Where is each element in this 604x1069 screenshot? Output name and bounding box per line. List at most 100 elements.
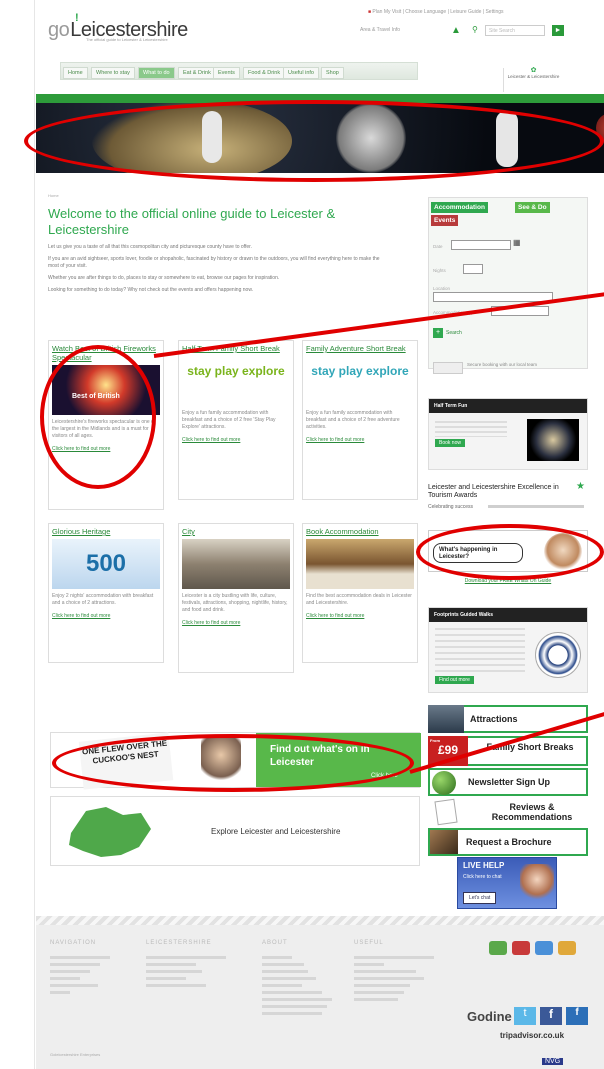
email-icon[interactable] [512,941,530,955]
annotation-oval-banner [52,734,414,792]
reviews-button[interactable]: Reviews & Recommendations [428,798,588,826]
rss-icon[interactable] [558,941,576,955]
stay-play-explore-logo[interactable]: stay play explore [182,356,290,406]
search-input[interactable]: Site Search [485,25,545,36]
intro-paragraph: Whether you are after things to do, plac… [48,275,280,281]
attractions-button[interactable]: Attractions [428,705,588,733]
nav-item-food[interactable]: Food & Drink [243,67,286,79]
footer-col-leicestershire: LEICESTERSHIRE [146,940,212,946]
footer-links[interactable] [354,956,444,1005]
awards-sub: Celebrating success [428,504,474,510]
tab-see-do[interactable]: See & Do [515,202,550,213]
nav-item-stay[interactable]: Where to stay [91,67,135,79]
godine-logo[interactable]: Godine [467,1009,512,1024]
nav-item-useful[interactable]: Useful info [283,67,319,79]
heritage-500-image[interactable]: 500 [52,539,160,589]
footer-col-useful: USEFUL [354,940,384,946]
account-text[interactable]: Area & Travel Info [360,27,400,33]
find-out-more-button[interactable]: Find out more [435,676,474,684]
card-title[interactable]: Book Accommodation [306,527,414,536]
intro-text: Let us give you a taste of all that this… [48,244,384,299]
explore-banner[interactable]: Explore Leicester and Leicestershire [50,796,420,866]
search-go-button[interactable]: ► [552,25,564,36]
card-family-adventure[interactable]: Family Adventure Short Break stay play e… [302,340,418,500]
booking-note: Secure booking with our local team [467,362,538,367]
newsletter-button[interactable]: Newsletter Sign Up [428,768,588,796]
page-title: Welcome to the official online guide to … [48,206,336,237]
nav-item-home[interactable]: Home [63,67,88,79]
star-icon: ★ [576,481,585,492]
nights-field[interactable] [463,264,483,274]
tab-events[interactable]: Events [431,215,459,226]
book-now-button[interactable]: Book now [435,439,465,447]
main-nav: Home Where to stay What to do Eat & Drin… [60,62,418,80]
guided-walks-box[interactable]: Footprints Guided Walks Find out more [428,607,588,693]
twitter-icon[interactable]: t [514,1007,536,1025]
attractions-label: Attractions [470,714,518,724]
card-more-link[interactable]: Click here to find out more [182,437,290,444]
top-links[interactable]: ■ Plan My Visit | Choose Language | Leis… [368,9,504,15]
price-value: £99 [437,743,459,757]
guided-walks-text [435,628,525,672]
search-button[interactable]: Search [446,330,462,336]
tourism-awards[interactable]: Leicester and Leicestershire Excellence … [428,481,588,524]
card-half-term[interactable]: Half Term Family Short Break stay play e… [178,340,294,500]
plus-icon[interactable]: + [433,328,443,338]
footer-links[interactable] [50,956,140,998]
card-title[interactable]: Glorious Heritage [52,527,160,536]
annotation-oval-fireworks [40,345,156,489]
annotation-oval-hero [24,100,604,182]
brochure-label: Request a Brochure [466,837,552,847]
card-title[interactable]: Family Adventure Short Break [306,344,414,353]
live-help-sub: Click here to chat [463,874,502,880]
price-prefix: From [430,738,440,743]
nav-item-eat[interactable]: Eat & Drink [178,67,216,79]
logo-exclamation: ! [75,12,79,24]
chat-icon[interactable] [489,941,507,955]
city-mall-image[interactable] [182,539,290,589]
location-select[interactable] [433,292,553,302]
breadcrumb[interactable]: Home [48,193,59,198]
partner-logo[interactable]: ✿ Leicester & Leicestershire [503,67,563,92]
annotation-oval-whats-on [416,524,604,580]
hotel-room-image[interactable] [306,539,414,589]
partner-text: Leicester & Leicestershire [507,74,560,79]
nav-item-what-to-do[interactable]: What to do [138,67,175,79]
lets-chat-button[interactable]: Let's chat [463,892,497,904]
card-more-link[interactable]: Click here to find out more [182,620,290,627]
card-title[interactable]: City [182,527,290,536]
top-links-text[interactable]: Plan My Visit | Choose Language | Leisur… [372,9,503,15]
phone-icon[interactable] [535,941,553,955]
whats-on-guide-link[interactable]: Download your FREE Whats On Guide [428,578,588,594]
nav-item-events[interactable]: Events [213,67,240,79]
logo-tagline: The official guide to Leicester & Leices… [86,37,168,42]
card-more-link[interactable]: Click here to find out more [52,613,160,620]
live-help-box[interactable]: LIVE HELP Click here to chat Let's chat [457,857,557,909]
logo-go: go [48,19,70,41]
card-text: Enjoy a fun family accommodation with br… [306,410,400,430]
flickr-icon[interactable]: f [566,1007,588,1025]
basket-icon[interactable]: ▲ [451,25,461,36]
tripadvisor-logo[interactable]: tripadvisor.co.uk [500,1031,564,1040]
footer-links[interactable] [146,956,236,991]
brochure-button[interactable]: Request a Brochure [428,828,588,856]
date-field[interactable] [451,240,511,250]
calendar-icon[interactable]: ▦ [513,238,521,247]
tab-accommodation[interactable]: Accommodation [431,202,488,213]
copyright: Goleicestershire Enterprises [50,1052,101,1057]
half-term-box[interactable]: Half Term Fun Book now [428,398,588,470]
search-icon: ⚲ [472,25,478,34]
card-city[interactable]: City Leicester is a city bustling with l… [178,523,294,673]
stay-play-explore-logo[interactable]: stay play explore [306,356,414,406]
facebook-icon[interactable]: f [540,1007,562,1025]
footer-links[interactable] [262,956,352,1019]
card-heritage[interactable]: Glorious Heritage 500 Enjoy 2 nights' ac… [48,523,164,663]
awards-link[interactable] [488,505,584,508]
card-more-link[interactable]: Click here to find out more [306,437,414,444]
nav-item-shop[interactable]: Shop [321,67,344,79]
card-text: Enjoy a fun family accommodation with br… [182,410,276,430]
card-text: Find the best accommodation deals in Lei… [306,593,412,606]
card-book-accommodation[interactable]: Book Accommodation Find the best accommo… [302,523,418,663]
booking-logo [433,362,463,374]
card-more-link[interactable]: Click here to find out more [306,613,414,620]
